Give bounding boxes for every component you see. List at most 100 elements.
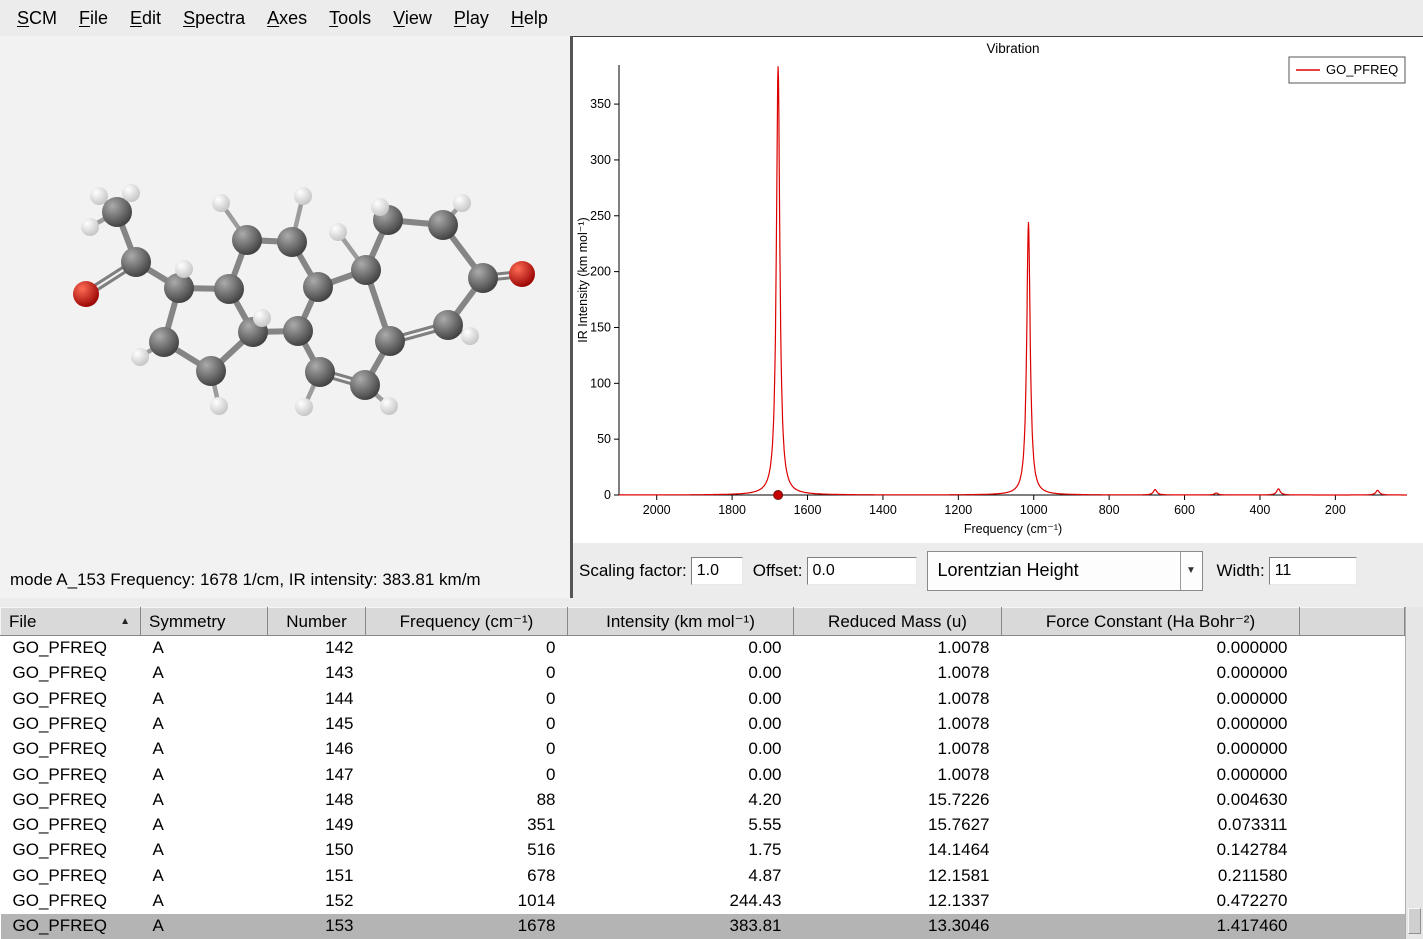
atom-c[interactable] [121,247,151,277]
cell-number[interactable]: 144 [268,686,366,711]
cell-frequency[interactable]: 0 [366,636,568,661]
cell-filler[interactable] [1300,863,1405,888]
atom-c[interactable] [468,263,498,293]
menu-item-file[interactable]: File [68,1,119,36]
atom-h[interactable] [131,348,149,366]
column-header-force[interactable]: Force Constant (Ha Bohr⁻²) [1002,608,1300,636]
cell-force[interactable]: 0.472270 [1002,888,1300,913]
cell-file[interactable]: GO_PFREQ [1,686,141,711]
column-header-file[interactable]: File▲ [1,608,141,636]
cell-intensity[interactable]: 1.75 [568,838,794,863]
cell-reduced[interactable]: 1.0078 [794,762,1002,787]
atom-h[interactable] [371,198,389,216]
cell-symmetry[interactable]: A [141,686,268,711]
cell-frequency[interactable]: 1678 [366,914,568,939]
cell-force[interactable]: 0.000000 [1002,636,1300,661]
cell-number[interactable]: 147 [268,762,366,787]
atom-c[interactable] [232,225,262,255]
cell-force[interactable]: 0.000000 [1002,686,1300,711]
chevron-down-icon[interactable]: ▼ [1180,552,1202,590]
selected-mode-marker[interactable] [774,491,783,500]
cell-file[interactable]: GO_PFREQ [1,888,141,913]
cell-filler[interactable] [1300,686,1405,711]
cell-reduced[interactable]: 14.1464 [794,838,1002,863]
offset-input[interactable] [807,557,917,585]
cell-frequency[interactable]: 351 [366,812,568,837]
cell-reduced[interactable]: 15.7627 [794,812,1002,837]
cell-file[interactable]: GO_PFREQ [1,737,141,762]
column-header-frequency[interactable]: Frequency (cm⁻¹) [366,608,568,636]
cell-symmetry[interactable]: A [141,787,268,812]
cell-number[interactable]: 150 [268,838,366,863]
menu-item-view[interactable]: View [382,1,443,36]
scaling-factor-input[interactable] [691,557,743,585]
cell-file[interactable]: GO_PFREQ [1,812,141,837]
cell-reduced[interactable]: 1.0078 [794,636,1002,661]
cell-filler[interactable] [1300,787,1405,812]
atom-h[interactable] [461,327,479,345]
column-header-number[interactable]: Number [268,608,366,636]
atom-c[interactable] [351,255,381,285]
cell-file[interactable]: GO_PFREQ [1,838,141,863]
atom-c[interactable] [149,327,179,357]
table-row[interactable]: GO_PFREQA14300.001.00780.000000 [1,661,1405,686]
atom-h[interactable] [122,184,140,202]
table-row[interactable]: GO_PFREQA148884.2015.72260.004630 [1,787,1405,812]
atom-o[interactable] [509,261,535,287]
menu-item-play[interactable]: Play [443,1,500,36]
atom-h[interactable] [329,223,347,241]
cell-filler[interactable] [1300,888,1405,913]
cell-force[interactable]: 1.417460 [1002,914,1300,939]
atom-c[interactable] [283,316,313,346]
cell-symmetry[interactable]: A [141,812,268,837]
atom-h[interactable] [175,260,193,278]
atom-h[interactable] [380,397,398,415]
atom-h[interactable] [210,397,228,415]
atom-c[interactable] [214,274,244,304]
cell-force[interactable]: 0.004630 [1002,787,1300,812]
cell-number[interactable]: 152 [268,888,366,913]
cell-force[interactable]: 0.000000 [1002,711,1300,736]
column-header-symmetry[interactable]: Symmetry [141,608,268,636]
cell-intensity[interactable]: 5.55 [568,812,794,837]
table-row[interactable]: GO_PFREQA1505161.7514.14640.142784 [1,838,1405,863]
cell-reduced[interactable]: 12.1337 [794,888,1002,913]
menu-item-scm[interactable]: SCM [6,1,68,36]
cell-number[interactable]: 149 [268,812,366,837]
atom-h[interactable] [295,398,313,416]
cell-file[interactable]: GO_PFREQ [1,636,141,661]
cell-number[interactable]: 145 [268,711,366,736]
atom-c[interactable] [305,357,335,387]
cell-number[interactable]: 146 [268,737,366,762]
atom-o[interactable] [73,281,99,307]
cell-file[interactable]: GO_PFREQ [1,661,141,686]
cell-frequency[interactable]: 0 [366,686,568,711]
table-row[interactable]: GO_PFREQA1531678383.8113.30461.417460 [1,914,1405,939]
lineshape-combobox[interactable]: Lorentzian Height ▼ [927,551,1203,591]
atom-c[interactable] [102,197,132,227]
atom-c[interactable] [303,272,333,302]
cell-reduced[interactable]: 15.7226 [794,787,1002,812]
cell-symmetry[interactable]: A [141,636,268,661]
atom-c[interactable] [375,326,405,356]
cell-force[interactable]: 0.073311 [1002,812,1300,837]
atom-c[interactable] [277,227,307,257]
atom-c[interactable] [433,310,463,340]
cell-symmetry[interactable]: A [141,661,268,686]
atom-c[interactable] [196,356,226,386]
cell-intensity[interactable]: 4.20 [568,787,794,812]
cell-intensity[interactable]: 383.81 [568,914,794,939]
cell-intensity[interactable]: 0.00 [568,636,794,661]
table-row[interactable]: GO_PFREQA14500.001.00780.000000 [1,711,1405,736]
scrollbar-thumb[interactable] [1408,908,1421,934]
atom-c[interactable] [428,210,458,240]
table-vscrollbar[interactable] [1405,607,1423,939]
menu-item-help[interactable]: Help [500,1,559,36]
cell-symmetry[interactable]: A [141,762,268,787]
table-row[interactable]: GO_PFREQA1493515.5515.76270.073311 [1,812,1405,837]
cell-filler[interactable] [1300,737,1405,762]
cell-reduced[interactable]: 1.0078 [794,686,1002,711]
cell-intensity[interactable]: 0.00 [568,711,794,736]
cell-frequency[interactable]: 678 [366,863,568,888]
cell-number[interactable]: 143 [268,661,366,686]
